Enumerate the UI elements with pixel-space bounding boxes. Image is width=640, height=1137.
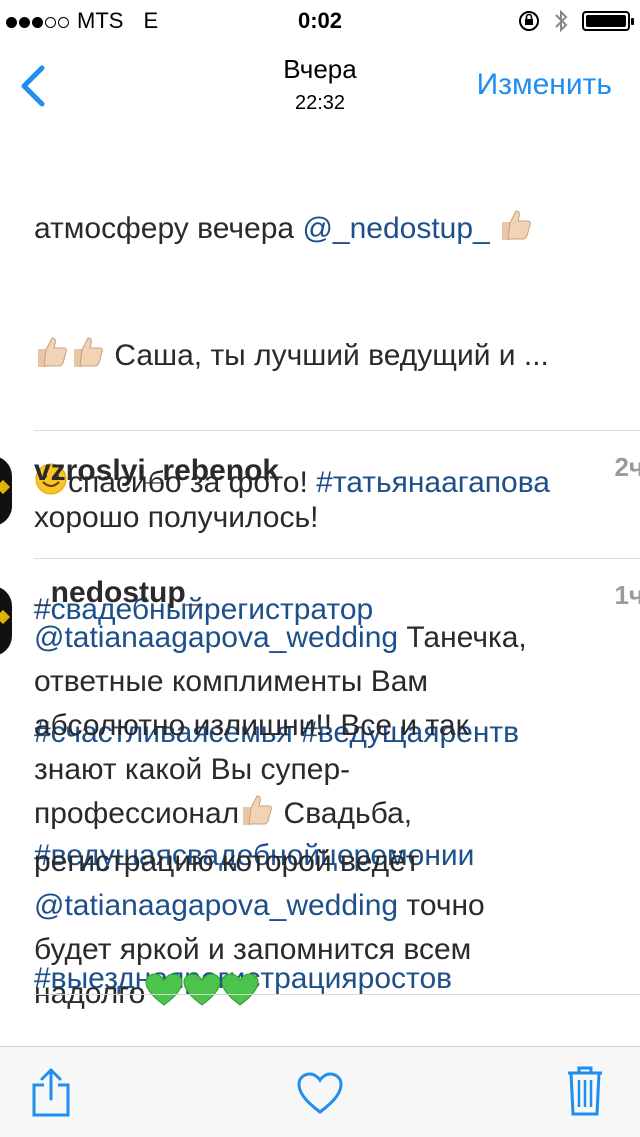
- divider: [34, 994, 640, 995]
- rotation-lock-icon: [519, 11, 539, 31]
- caption-line: Саша, ты лучший ведущий и ...: [34, 335, 640, 380]
- thumbs-up-icon: [239, 793, 275, 840]
- mention-link[interactable]: @_nedostup_: [302, 212, 489, 245]
- status-bar: MTS E 0:02: [0, 0, 640, 40]
- mention-link[interactable]: @tatianaagapova_wedding: [34, 889, 398, 922]
- hashtag-link[interactable]: #татьянаагапова: [316, 466, 550, 499]
- notification-content: атмосферу вечера @_nedostup_ Саша, ты лу…: [0, 130, 640, 1044]
- bluetooth-icon: [555, 9, 568, 33]
- navigation-bar: Вчера 22:32 Изменить: [0, 40, 640, 130]
- caption-text: атмосферу вечера: [34, 212, 303, 245]
- green-heart-icon: [145, 973, 183, 1020]
- trash-icon[interactable]: [566, 1065, 604, 1117]
- caption-line: атмосферу вечера @_nedostup_: [34, 208, 640, 253]
- divider: [34, 430, 640, 431]
- thumbs-up-icon: [498, 208, 534, 253]
- comment-username[interactable]: vzroslyi_rebenok: [34, 454, 279, 488]
- battery-icon: [582, 11, 634, 31]
- avatar[interactable]: [0, 456, 12, 526]
- comment-time: 1ч: [614, 580, 640, 610]
- bottom-toolbar: [0, 1046, 640, 1137]
- edit-button[interactable]: Изменить: [477, 68, 612, 102]
- comment-text: хорошо получилось!: [34, 501, 319, 534]
- green-heart-icon: [183, 973, 221, 1020]
- green-heart-icon: [221, 973, 259, 1020]
- status-right: [518, 9, 634, 33]
- avatar[interactable]: [0, 586, 12, 656]
- thumbs-up-icon: [70, 335, 106, 380]
- mention-link[interactable]: @tatianaagapova_wedding: [34, 621, 398, 654]
- heart-icon[interactable]: [296, 1071, 344, 1115]
- comment-time: 2ч: [614, 452, 640, 482]
- divider: [34, 558, 640, 559]
- share-icon[interactable]: [30, 1067, 72, 1119]
- comment-text: @tatianaagapova_wedding Танечка, ответны…: [34, 616, 634, 1020]
- caption-text: Саша, ты лучший ведущий и ...: [106, 339, 549, 372]
- thumbs-up-icon: [34, 335, 70, 380]
- comment-username[interactable]: _nedostup_: [34, 576, 202, 610]
